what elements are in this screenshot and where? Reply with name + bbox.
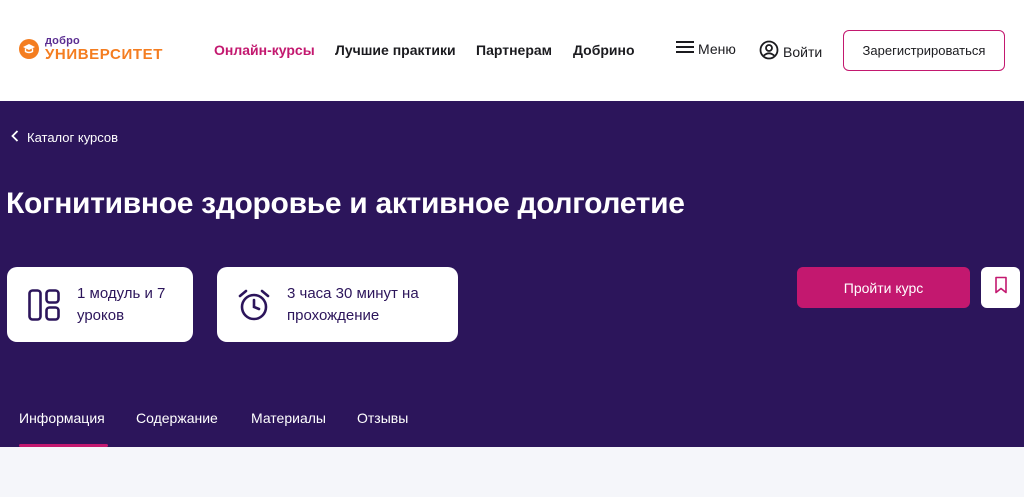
start-course-button[interactable]: Пройти курс [797, 267, 970, 308]
hamburger-icon [676, 40, 694, 57]
nav-dobrino[interactable]: Добрино [573, 42, 635, 58]
alarm-clock-icon [237, 288, 271, 322]
menu-label: Меню [698, 40, 736, 57]
page-title: Когнитивное здоровье и активное долголет… [6, 187, 685, 220]
tab-contents[interactable]: Содержание [136, 410, 218, 447]
logo-text-bottom: УНИВЕРСИТЕТ [45, 46, 163, 63]
login-button[interactable]: Войти [759, 40, 822, 63]
login-label: Войти [783, 43, 823, 60]
chevron-left-icon [11, 130, 19, 145]
tab-information[interactable]: Информация [19, 410, 105, 447]
tab-materials[interactable]: Материалы [251, 410, 326, 447]
content-area [0, 447, 1024, 497]
course-tabs: Информация Содержание Материалы Отзывы [0, 410, 1024, 447]
modules-icon [27, 288, 61, 322]
duration-card: 3 часа 30 минут на прохождение [217, 267, 458, 342]
bookmark-icon [994, 276, 1008, 299]
duration-text: 3 часа 30 минут на прохождение [287, 284, 419, 324]
nav-best-practices[interactable]: Лучшие практики [335, 42, 456, 58]
menu-button[interactable]: Меню [676, 40, 736, 57]
modules-text: 1 модуль и 7 уроков [77, 284, 166, 324]
graduation-cap-icon [19, 39, 39, 59]
tab-reviews[interactable]: Отзывы [357, 410, 408, 447]
user-icon [759, 40, 779, 63]
back-to-catalog-link[interactable]: Каталог курсов [11, 130, 118, 145]
site-header: добро УНИВЕРСИТЕТ Онлайн-курсы Лучшие пр… [0, 0, 1024, 101]
nav-partners[interactable]: Партнерам [476, 42, 552, 58]
logo[interactable]: добро УНИВЕРСИТЕТ [19, 34, 189, 64]
modules-card: 1 модуль и 7 уроков [7, 267, 193, 342]
course-hero: Каталог курсов Когнитивное здоровье и ак… [0, 101, 1024, 447]
back-label: Каталог курсов [27, 130, 119, 145]
register-button[interactable]: Зарегистрироваться [843, 30, 1005, 71]
nav-online-courses[interactable]: Онлайн-курсы [214, 42, 315, 58]
bookmark-button[interactable] [981, 267, 1020, 308]
